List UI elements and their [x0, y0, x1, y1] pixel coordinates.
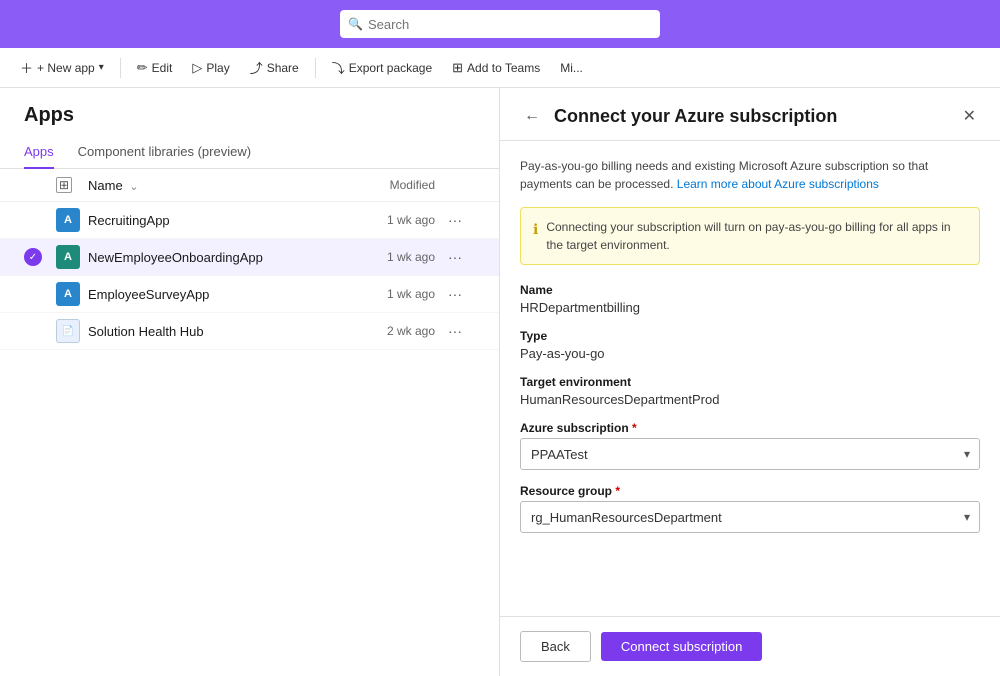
resource-group-dropdown-wrap: rg_HumanResourcesDepartment ▾	[520, 501, 980, 533]
apps-table: ⊞ Name ⌄ Modified A RecruitingApp 1 wk a…	[0, 169, 499, 676]
panel-body: Pay-as-you-go billing needs and existing…	[500, 141, 1000, 616]
table-row[interactable]: A RecruitingApp 1 wk ago ···	[0, 202, 499, 239]
warning-banner: ℹ Connecting your subscription will turn…	[520, 207, 980, 265]
target-env-field-group: Target environment HumanResourcesDepartm…	[520, 375, 980, 407]
export-icon: ⤵	[332, 58, 345, 77]
row-icon-4: 📄	[56, 319, 88, 343]
connect-subscription-button[interactable]: Connect subscription	[601, 632, 762, 661]
row-name-3: EmployeeSurveyApp	[88, 287, 335, 302]
row-actions-2[interactable]: ···	[435, 249, 475, 265]
panel-header: ← Connect your Azure subscription ✕	[500, 88, 1000, 141]
toolbar-divider	[120, 58, 121, 78]
app-icon: A	[56, 282, 80, 306]
azure-sub-field-group: Azure subscription PPAATest ▾	[520, 421, 980, 470]
name-value: HRDepartmentbilling	[520, 300, 980, 315]
panel-footer: Back Connect subscription	[500, 616, 1000, 676]
top-bar: 🔍	[0, 0, 1000, 48]
plus-icon: ＋	[20, 58, 33, 77]
search-icon: 🔍	[348, 17, 363, 31]
target-env-value: HumanResourcesDepartmentProd	[520, 392, 980, 407]
grid-icon: ⊞	[56, 177, 72, 193]
azure-sub-label: Azure subscription	[520, 421, 980, 435]
name-label: Name	[520, 283, 980, 297]
panel-title: Connect your Azure subscription	[554, 106, 949, 127]
add-to-teams-button[interactable]: ⊞ Add to Teams	[444, 56, 548, 80]
toolbar-divider-2	[315, 58, 316, 78]
header-icon-col: ⊞	[56, 177, 88, 193]
row-name-2: NewEmployeeOnboardingApp	[88, 250, 335, 265]
row-actions-4[interactable]: ···	[435, 323, 475, 339]
row-modified-4: 2 wk ago	[335, 324, 435, 338]
table-row[interactable]: A EmployeeSurveyApp 1 wk ago ···	[0, 276, 499, 313]
row-modified-3: 1 wk ago	[335, 287, 435, 301]
sort-icon: ⌄	[129, 181, 138, 193]
table-row[interactable]: 📄 Solution Health Hub 2 wk ago ···	[0, 313, 499, 350]
left-panel: Apps Apps Component libraries (preview) …	[0, 88, 500, 676]
azure-sub-dropdown-wrap: PPAATest ▾	[520, 438, 980, 470]
play-button[interactable]: ▷ Play	[184, 56, 237, 80]
row-actions-1[interactable]: ···	[435, 212, 475, 228]
app-icon: A	[56, 245, 80, 269]
row-name-4: Solution Health Hub	[88, 324, 335, 339]
doc-icon: 📄	[56, 319, 80, 343]
search-bar[interactable]: 🔍	[340, 10, 660, 38]
toolbar: ＋ + New app ▾ ✏ Edit ▷ Play ⤴ Share ⤵ Ex…	[0, 48, 1000, 88]
learn-more-link[interactable]: Learn more about Azure subscriptions	[677, 177, 879, 191]
back-nav-button[interactable]: ←	[520, 105, 544, 127]
more-button[interactable]: Mi...	[552, 57, 591, 79]
tab-apps[interactable]: Apps	[24, 136, 54, 169]
share-icon: ⤴	[250, 58, 263, 77]
warning-icon: ℹ	[533, 219, 538, 240]
type-value: Pay-as-you-go	[520, 346, 980, 361]
edit-button[interactable]: ✏ Edit	[129, 56, 181, 80]
type-field-group: Type Pay-as-you-go	[520, 329, 980, 361]
page-title: Apps	[0, 88, 499, 135]
resource-group-label: Resource group	[520, 484, 980, 498]
search-input[interactable]	[340, 10, 660, 38]
row-modified-1: 1 wk ago	[335, 213, 435, 227]
chevron-down-icon: ▾	[99, 62, 104, 73]
row-name-1: RecruitingApp	[88, 213, 335, 228]
row-actions-3[interactable]: ···	[435, 286, 475, 302]
back-button[interactable]: Back	[520, 631, 591, 662]
main-content: Apps Apps Component libraries (preview) …	[0, 88, 1000, 676]
share-button[interactable]: ⤴ Share	[242, 54, 307, 81]
right-panel: ← Connect your Azure subscription ✕ Pay-…	[500, 88, 1000, 676]
new-app-button[interactable]: ＋ + New app ▾	[12, 54, 112, 81]
header-modified: Modified	[335, 178, 435, 192]
row-icon-2: A	[56, 245, 88, 269]
tab-component-libraries[interactable]: Component libraries (preview)	[78, 136, 251, 169]
header-name[interactable]: Name ⌄	[88, 178, 335, 193]
row-icon-3: A	[56, 282, 88, 306]
export-button[interactable]: ⤵ Export package	[324, 54, 440, 81]
edit-icon: ✏	[137, 60, 148, 76]
type-label: Type	[520, 329, 980, 343]
name-field-group: Name HRDepartmentbilling	[520, 283, 980, 315]
teams-icon: ⊞	[452, 60, 463, 76]
play-icon: ▷	[192, 60, 202, 76]
resource-group-dropdown[interactable]: rg_HumanResourcesDepartment	[520, 501, 980, 533]
row-modified-2: 1 wk ago	[335, 250, 435, 264]
panel-description: Pay-as-you-go billing needs and existing…	[520, 157, 980, 193]
table-row[interactable]: ✓ A NewEmployeeOnboardingApp 1 wk ago ··…	[0, 239, 499, 276]
close-button[interactable]: ✕	[959, 104, 980, 128]
selected-checkmark: ✓	[24, 248, 42, 266]
row-icon-1: A	[56, 208, 88, 232]
tabs: Apps Component libraries (preview)	[0, 135, 499, 169]
row-check-2: ✓	[24, 248, 56, 266]
app-icon: A	[56, 208, 80, 232]
table-header: ⊞ Name ⌄ Modified	[0, 169, 499, 202]
resource-group-field-group: Resource group rg_HumanResourcesDepartme…	[520, 484, 980, 533]
target-env-label: Target environment	[520, 375, 980, 389]
azure-sub-dropdown[interactable]: PPAATest	[520, 438, 980, 470]
